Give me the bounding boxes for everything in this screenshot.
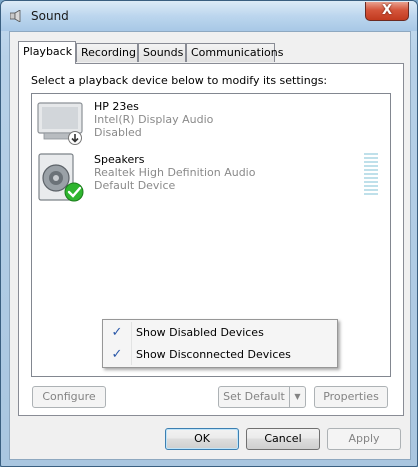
set-default-label: Set Default (223, 390, 285, 403)
menu-item-label: Show Disabled Devices (136, 326, 264, 339)
window-title: Sound (31, 9, 69, 23)
dialog-client: Playback Recording Sounds Communications… (9, 31, 411, 460)
close-icon: X (381, 3, 393, 18)
ok-button[interactable]: OK (165, 428, 239, 450)
device-text: HP 23es Intel(R) Display Audio Disabled (94, 100, 213, 139)
device-item-hp-23es[interactable]: HP 23es Intel(R) Display Audio Disabled (32, 98, 390, 148)
title-bar[interactable]: Sound X (1, 1, 417, 31)
device-name: HP 23es (94, 100, 139, 113)
apply-button[interactable]: Apply (327, 428, 401, 450)
context-menu: ✓ Show Disabled Devices ✓ Show Disconnec… (102, 319, 338, 368)
properties-button[interactable]: Properties (314, 386, 388, 408)
checkmark-icon: ✓ (111, 325, 123, 340)
close-button[interactable]: X (365, 2, 409, 21)
playback-panel: Select a playback device below to modify… (18, 63, 404, 416)
set-default-button[interactable]: Set Default ▼ (218, 386, 306, 408)
panel-prompt: Select a playback device below to modify… (31, 74, 328, 87)
device-text: Speakers Realtek High Definition Audio D… (94, 153, 255, 192)
device-status: Disabled (94, 126, 142, 139)
device-name: Speakers (94, 153, 145, 166)
speaker-icon (38, 153, 84, 202)
menu-item-show-disconnected-devices[interactable]: ✓ Show Disconnected Devices (105, 344, 335, 366)
menu-item-show-disabled-devices[interactable]: ✓ Show Disabled Devices (105, 322, 335, 344)
menu-item-label: Show Disconnected Devices (136, 348, 291, 361)
checkmark-icon: ✓ (111, 347, 123, 362)
volume-level-meter (364, 153, 378, 197)
tab-recording[interactable]: Recording (76, 43, 138, 62)
configure-button[interactable]: Configure (32, 386, 106, 408)
device-list[interactable]: HP 23es Intel(R) Display Audio Disabled (31, 93, 391, 377)
device-driver: Realtek High Definition Audio (94, 166, 256, 179)
cancel-button[interactable]: Cancel (246, 428, 320, 450)
speaker-icon (10, 10, 21, 22)
device-status: Default Device (94, 179, 176, 192)
tab-communications[interactable]: Communications (186, 43, 283, 62)
device-driver: Intel(R) Display Audio (94, 113, 214, 126)
sound-dialog: Sound X Playback Recording Sounds Commun… (0, 0, 418, 467)
device-item-speakers[interactable]: Speakers Realtek High Definition Audio D… (32, 151, 390, 202)
monitor-icon (37, 102, 83, 145)
tab-sounds[interactable]: Sounds (138, 43, 186, 62)
chevron-down-icon[interactable]: ▼ (289, 387, 305, 407)
tab-playback[interactable]: Playback (18, 41, 76, 64)
